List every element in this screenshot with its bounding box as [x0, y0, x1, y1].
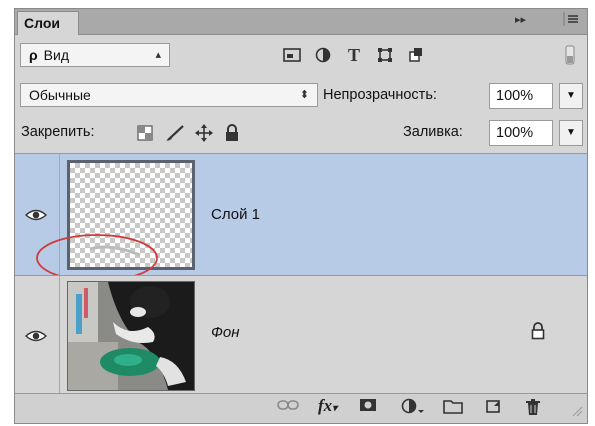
- updown-arrow-icon: ▴: [155, 49, 161, 61]
- new-layer-icon[interactable]: [485, 398, 503, 418]
- adjustment-filter-icon[interactable]: [311, 43, 335, 67]
- layer-name[interactable]: Слой 1: [211, 206, 260, 223]
- lock-move-icon[interactable]: [195, 124, 213, 146]
- filter-kind-label: Вид: [43, 47, 69, 63]
- layer-thumbnail-photo: [67, 281, 195, 391]
- opacity-label: Непрозрачность:: [323, 87, 437, 103]
- updown-arrow-icon: ⬍: [299, 89, 309, 101]
- lock-label: Закрепить:: [21, 124, 95, 140]
- fill-label: Заливка:: [403, 124, 463, 140]
- layer-lock-icon: [531, 322, 545, 343]
- group-folder-icon[interactable]: [443, 398, 463, 418]
- adjustment-layer-icon[interactable]: [401, 398, 425, 418]
- filter-toggle-icon[interactable]: [563, 43, 577, 67]
- fill-dropdown-button[interactable]: ▼: [559, 120, 583, 146]
- blend-mode-select[interactable]: Обычные ⬍: [20, 83, 318, 107]
- visibility-toggle[interactable]: [15, 276, 60, 395]
- filter-kind-select[interactable]: ρ Вид ▴: [20, 43, 170, 67]
- shape-filter-icon[interactable]: [373, 43, 397, 67]
- type-filter-icon[interactable]: T: [342, 43, 366, 67]
- opacity-dropdown-button[interactable]: ▼: [559, 83, 583, 109]
- lock-row: Закрепить: Заливка: 100% ▼: [15, 120, 587, 146]
- lock-all-icon[interactable]: [225, 124, 239, 146]
- fx-icon[interactable]: fx▾: [318, 396, 337, 416]
- layer-row-layer1[interactable]: Слой 1: [15, 153, 587, 282]
- fill-input[interactable]: 100%: [489, 120, 553, 146]
- tab-layers[interactable]: Слои: [17, 11, 79, 35]
- eye-icon: [25, 330, 47, 341]
- search-icon: ρ: [29, 47, 38, 63]
- mask-icon[interactable]: [359, 398, 377, 416]
- eye-icon: [25, 209, 47, 220]
- panel-footer: fx▾: [15, 393, 587, 423]
- blend-mode-value: Обычные: [29, 87, 91, 103]
- lock-paint-icon[interactable]: [165, 124, 185, 146]
- opacity-input[interactable]: 100%: [489, 83, 553, 109]
- collapse-arrows-icon[interactable]: ▸▸: [515, 13, 526, 26]
- layer-row-background[interactable]: Фон: [15, 275, 587, 395]
- resize-grip-icon[interactable]: [571, 404, 583, 420]
- trash-icon[interactable]: [525, 398, 541, 420]
- panel-menu-icon[interactable]: [563, 12, 579, 29]
- link-layers-icon[interactable]: [277, 398, 299, 416]
- smart-object-filter-icon[interactable]: [404, 43, 428, 67]
- layer-name[interactable]: Фон: [211, 324, 240, 341]
- lock-transparent-icon[interactable]: [137, 125, 153, 145]
- blend-row: Обычные ⬍ Непрозрачность: 100% ▼: [15, 83, 587, 109]
- pixel-filter-icon[interactable]: [280, 43, 304, 67]
- filter-row: ρ Вид ▴ T: [15, 43, 587, 69]
- panel-tab-bar: Слои ▸▸: [15, 9, 587, 35]
- layers-panel: Слои ▸▸ ρ Вид ▴ T Обычные ⬍ Непрозрачнос…: [14, 8, 588, 424]
- fx-label: fx: [318, 396, 333, 415]
